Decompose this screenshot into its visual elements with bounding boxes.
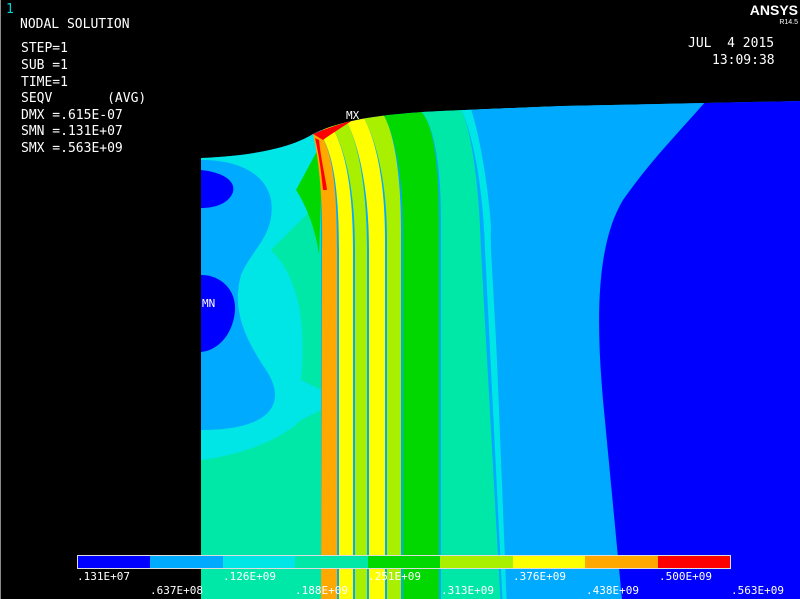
legend-label-top: .251E+09	[368, 570, 421, 583]
legend-label-top: .376E+09	[513, 570, 566, 583]
legend-label-top: .500E+09	[659, 570, 712, 583]
contour-legend-bar	[77, 555, 731, 569]
min-marker: MN	[202, 297, 216, 310]
legend-swatch	[367, 556, 441, 568]
legend-label-bottom: .188E+09	[295, 584, 348, 597]
legend-label-top: .126E+09	[223, 570, 276, 583]
legend-swatch	[440, 556, 513, 568]
max-marker: MX	[346, 109, 360, 122]
legend-label-bottom: .637E+08	[150, 584, 203, 597]
legend-swatch	[512, 556, 586, 568]
legend-swatch	[585, 556, 658, 568]
legend-swatch	[222, 556, 296, 568]
contour-bands	[201, 101, 800, 599]
legend-swatch	[150, 556, 223, 568]
legend-label-bottom: .438E+09	[586, 584, 639, 597]
legend-swatch	[657, 556, 730, 568]
graphics-viewport[interactable]: 1 ANSYS R14.5 NODAL SOLUTION STEP=1 SUB …	[0, 0, 800, 599]
legend-label-bottom: .313E+09	[441, 584, 494, 597]
legend-label-bottom: .563E+09	[731, 584, 784, 597]
legend-swatch	[295, 556, 368, 568]
legend-label-top: .131E+07	[77, 570, 130, 583]
legend-swatch	[78, 556, 151, 568]
contour-plot[interactable]	[1, 0, 800, 599]
